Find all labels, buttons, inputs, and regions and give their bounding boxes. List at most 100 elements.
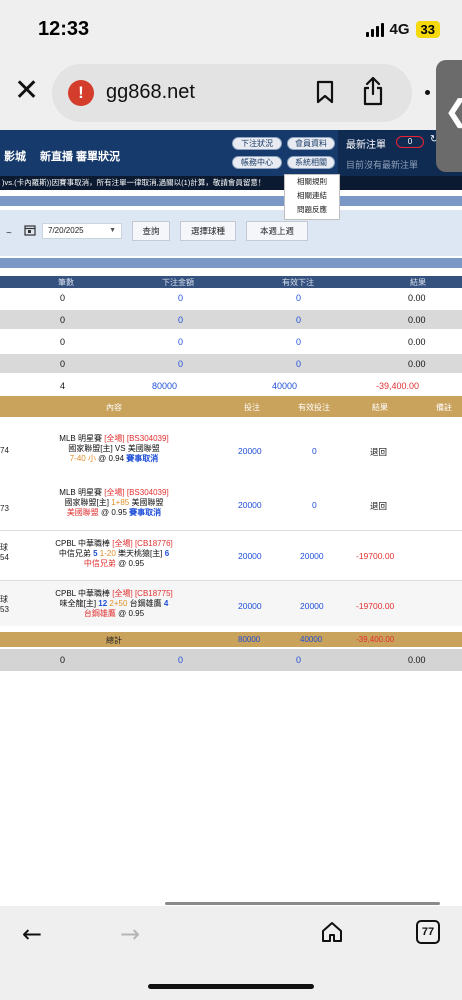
table-cell: 0 (178, 315, 184, 325)
table-row: 4 80000 40000 -39,400.00 (0, 376, 462, 395)
battery-icon: 33 (415, 21, 440, 38)
table-cell: 球 (0, 595, 8, 604)
handicap: 1+85 (111, 498, 130, 507)
table-cell: 0 (296, 315, 302, 325)
table-cell: 0 (296, 293, 302, 303)
horizontal-scrollbar[interactable] (165, 902, 440, 905)
table-cell: 40000 (272, 381, 298, 391)
column-header: 有效投注 (298, 403, 330, 412)
table-cell: 73 (0, 504, 9, 513)
table-cell: 20000 (300, 551, 324, 561)
divider-bar (0, 196, 462, 206)
table-cell: -19700.00 (356, 551, 395, 561)
pick: 美國聯盟 (66, 508, 99, 517)
week-toggle-button[interactable]: 本週上週 (246, 221, 308, 241)
menu-item-rules[interactable]: 相關規則 (285, 175, 339, 189)
close-icon[interactable]: ✕ (14, 76, 39, 106)
signal-icon (365, 22, 384, 37)
bet-content: MLB 明星賽 [全場] [BS304039] 國家聯盟[主] 1+85 美國聯… (30, 488, 198, 518)
side-panel-handle[interactable]: ❮ (436, 60, 462, 172)
share-icon[interactable] (362, 76, 384, 106)
not-secure-icon[interactable]: ! (68, 80, 94, 106)
divider-bar (0, 258, 462, 268)
url-text[interactable]: gg868.net (106, 81, 195, 104)
table-cell: 0 (312, 500, 317, 510)
chevron-down-icon: ▼ (109, 227, 116, 234)
back-icon[interactable]: ← (22, 920, 42, 948)
bet-id-fragment: 73 (0, 504, 9, 514)
account-center-button[interactable]: 帳務中心 (232, 156, 282, 169)
total-row: 總計 80000 40000 -39,400.00 (0, 632, 462, 647)
forward-icon[interactable]: → (120, 920, 140, 948)
status-time: 12:33 (38, 18, 90, 40)
teams: 味全龍[主] (59, 599, 99, 608)
date-input[interactable]: 7/20/2025 ▼ (42, 223, 122, 239)
latest-bets-title: 最新注單 (346, 140, 386, 151)
system-button[interactable]: 系統相關 (287, 156, 335, 169)
chevron-left-icon: ❮ (444, 94, 462, 129)
summary-table-header: 筆數 下注金額 有效下注 結果 (0, 276, 462, 288)
status-badge: 賽事取消 (129, 508, 162, 517)
more-icon[interactable] (425, 90, 430, 95)
table-row: 73 MLB 明星賽 [全場] [BS304039] 國家聯盟[主] 1+85 … (0, 480, 462, 526)
web-page: 影城 新直播 審單狀況 下注狀況 會員資料 帳務中心 系統相關 最新注單 0 ↻… (0, 130, 462, 900)
table-cell: 0.00 (408, 359, 426, 369)
table-cell: 20000 (238, 500, 262, 510)
date-range-separator: ~ (6, 228, 12, 239)
status-badge: 賽事取消 (126, 454, 159, 463)
score: 6 (164, 549, 170, 558)
table-cell: 20000 (238, 446, 262, 456)
table-row: 0 0 0 0.00 (0, 332, 462, 351)
bet-id-fragment: 74 (0, 446, 9, 456)
pick: 7-40 小 (69, 454, 96, 463)
home-indicator (148, 984, 314, 989)
bet-content: MLB 明星賽 [全場] [BS304039] 國家聯盟[主] VS 美國聯盟 … (30, 434, 198, 464)
announcement-marquee: )vs.(卡內羅斯))因賽事取消，所有注單一律取消,過關以(1)計算，敬請會員留… (0, 176, 462, 190)
table-cell: 0 (178, 359, 184, 369)
odds: @ 0.95 (115, 559, 145, 568)
nav-item-live[interactable]: 新直播 審單狀況 (40, 148, 120, 164)
table-cell: 80000 (238, 635, 261, 644)
bookmark-icon[interactable] (316, 80, 334, 104)
odds: @ 0.95 (98, 508, 130, 517)
select-sport-button[interactable]: 選擇球種 (180, 221, 236, 241)
league-name: CPBL 中華職棒 (55, 539, 113, 548)
menu-item-feedback[interactable]: 問題反應 (285, 203, 339, 217)
table-cell: -39,400.00 (356, 635, 395, 644)
table-cell: 74 (0, 446, 9, 455)
table-cell: 0 (60, 293, 66, 303)
menu-item-links[interactable]: 相關連結 (285, 189, 339, 203)
tabs-count-icon[interactable]: 77 (416, 920, 440, 944)
bet-id-fragment: 球 54 (0, 543, 9, 563)
table-cell: 4 (60, 381, 66, 391)
table-cell: 0 (296, 655, 302, 665)
home-icon[interactable] (320, 920, 344, 944)
match-code: [全場] [BS304039] (104, 488, 169, 497)
pick: 中信兄弟 (83, 559, 116, 568)
table-cell: -39,400.00 (376, 381, 420, 391)
query-button[interactable]: 查詢 (132, 221, 170, 241)
status-bar: 12:33 4G 33 (0, 0, 462, 56)
calendar-icon[interactable] (24, 224, 36, 236)
table-cell: 退回 (370, 501, 388, 511)
handicap: 2+50 (107, 599, 130, 608)
table-cell: 0.00 (408, 337, 426, 347)
table-cell: 0 (60, 655, 66, 665)
date-value: 7/20/2025 (48, 226, 84, 235)
handicap: 1-20 (97, 549, 119, 558)
bet-status-button[interactable]: 下注狀況 (232, 137, 282, 150)
table-row: 球 53 CPBL 中華職棒 [全場] [CB18775] 味全龍[主] 12 … (0, 580, 462, 626)
table-row: 0 0 0 0.00 (0, 354, 462, 373)
address-field[interactable]: ! gg868.net (52, 64, 412, 122)
column-header: 結果 (372, 403, 388, 412)
table-cell: 退回 (370, 447, 388, 457)
odds: @ 0.95 (115, 609, 145, 618)
table-cell: 0 (178, 655, 184, 665)
table-cell: 0.00 (408, 315, 426, 325)
nav-item-cinema[interactable]: 影城 (4, 148, 26, 164)
table-cell: 0 (178, 293, 184, 303)
table-cell: 球 (0, 543, 8, 552)
member-info-button[interactable]: 會員資料 (287, 137, 335, 150)
teams: 中信兄弟 (58, 549, 94, 558)
table-row: 0 0 0 0.00 (0, 649, 462, 671)
